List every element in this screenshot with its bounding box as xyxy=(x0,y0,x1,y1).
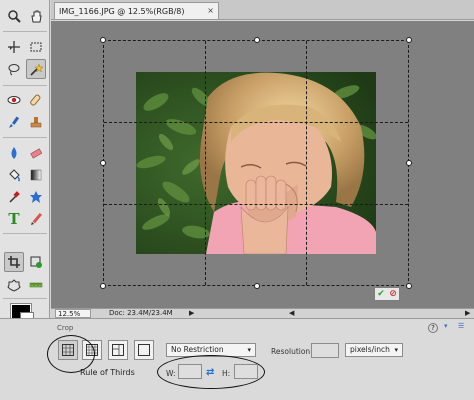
gradient-tool[interactable] xyxy=(26,165,46,185)
lasso-tool[interactable] xyxy=(4,59,24,79)
clone-stamp-tool[interactable] xyxy=(26,112,46,132)
blur-icon xyxy=(11,147,17,159)
golden-ratio-icon xyxy=(112,344,124,356)
crop-commit-controls: ✔ ⊘ xyxy=(374,287,400,301)
overlay-none-button[interactable] xyxy=(134,340,154,360)
eyedropper-tool[interactable] xyxy=(4,187,24,207)
document-tab[interactable]: IMG_1166.JPG @ 12.5%(RGB/8) × xyxy=(54,2,219,19)
spot-healing-icon xyxy=(30,94,41,106)
aspect-ratio-value: No Restriction xyxy=(171,345,224,354)
cookie-cutter-icon xyxy=(7,279,21,292)
chevron-down-icon: ▾ xyxy=(394,346,398,354)
quick-selection-icon xyxy=(30,63,43,76)
crop-tool[interactable] xyxy=(4,252,24,272)
thirds-guide-vertical-1 xyxy=(205,41,207,285)
marquee-tool[interactable] xyxy=(26,37,46,57)
clone-stamp-icon xyxy=(30,117,42,128)
tools-panel: T xyxy=(0,0,50,318)
options-title: Crop xyxy=(57,324,74,332)
width-field[interactable] xyxy=(178,364,202,379)
scroll-left-icon[interactable]: ◀ xyxy=(289,309,294,318)
lasso-icon xyxy=(8,64,20,76)
height-label: H: xyxy=(222,369,231,378)
custom-shape-icon xyxy=(30,191,42,203)
document-canvas[interactable]: ✔ ⊘ xyxy=(51,21,474,308)
hand-tool[interactable] xyxy=(26,6,46,26)
red-eye-icon xyxy=(7,96,21,104)
smart-brush-icon xyxy=(9,116,20,128)
crop-handle-right[interactable] xyxy=(406,160,412,166)
crop-bounding-box[interactable] xyxy=(100,37,412,289)
highlight-circle-overlay xyxy=(47,335,95,373)
straighten-tool[interactable] xyxy=(26,275,46,295)
pencil-icon xyxy=(31,212,43,225)
quick-selection-tool[interactable] xyxy=(26,59,46,79)
pencil-tool[interactable] xyxy=(26,209,46,229)
type-icon: T xyxy=(8,210,20,228)
recompose-tool[interactable] xyxy=(26,252,46,272)
recompose-icon xyxy=(30,256,42,268)
crop-icon xyxy=(8,256,20,268)
panel-options-icon[interactable]: ☰ xyxy=(458,322,464,330)
gradient-icon xyxy=(30,169,42,181)
red-eye-tool[interactable] xyxy=(4,90,24,110)
document-tab-title: IMG_1166.JPG @ 12.5%(RGB/8) xyxy=(59,6,185,16)
crop-handle-bottom-right[interactable] xyxy=(406,283,412,289)
hand-icon xyxy=(31,10,42,23)
crop-handle-left[interactable] xyxy=(100,160,106,166)
resolution-label: Resolution: xyxy=(271,347,313,356)
zoom-tool[interactable] xyxy=(4,6,24,26)
resolution-unit-dropdown[interactable]: pixels/inch ▾ xyxy=(345,343,403,357)
paint-bucket-tool[interactable] xyxy=(4,165,24,185)
crop-handle-bottom-left[interactable] xyxy=(100,283,106,289)
chevron-down-icon: ▾ xyxy=(247,346,251,354)
document-tab-bar: IMG_1166.JPG @ 12.5%(RGB/8) × xyxy=(51,0,474,20)
status-bar: 12.5% Doc: 23.4M/23.4M ▶ ◀ ▶ xyxy=(51,308,474,318)
smart-brush-tool[interactable] xyxy=(4,112,24,132)
straighten-icon xyxy=(29,282,43,288)
eraser-tool[interactable] xyxy=(26,143,46,163)
crop-handle-top[interactable] xyxy=(254,37,260,43)
eyedropper-icon xyxy=(9,191,20,203)
overlay-golden-ratio-button[interactable] xyxy=(108,340,128,360)
move-icon xyxy=(8,41,20,53)
help-icon[interactable]: ? xyxy=(428,323,438,333)
document-size: Doc: 23.4M/23.4M xyxy=(109,309,173,317)
spot-healing-tool[interactable] xyxy=(26,90,46,110)
scroll-right-icon[interactable]: ▶ xyxy=(465,309,470,318)
paint-bucket-icon xyxy=(9,169,20,182)
cookie-cutter-tool[interactable] xyxy=(4,275,24,295)
crop-handle-top-right[interactable] xyxy=(406,37,412,43)
crop-handle-top-left[interactable] xyxy=(100,37,106,43)
custom-shape-tool[interactable] xyxy=(26,187,46,207)
width-label: W: xyxy=(166,369,176,378)
crop-handle-bottom[interactable] xyxy=(254,283,260,289)
move-tool[interactable] xyxy=(4,37,24,57)
tool-options-panel: Crop ? ▾ ☰ Rule of Thirds No Restriction… xyxy=(0,318,474,400)
resolution-unit-value: pixels/inch xyxy=(350,345,390,354)
rectangular-marquee-icon xyxy=(30,42,42,52)
close-icon[interactable]: × xyxy=(207,6,214,15)
swap-dimensions-icon[interactable]: ⇄ xyxy=(206,367,214,378)
resolution-field[interactable] xyxy=(311,343,339,358)
zoom-level-field[interactable]: 12.5% xyxy=(55,309,91,318)
panel-menu-icon[interactable]: ▾ xyxy=(444,322,448,330)
cancel-icon[interactable]: ⊘ xyxy=(389,289,397,299)
thirds-guide-horizontal-1 xyxy=(104,122,408,124)
type-tool[interactable]: T xyxy=(4,209,24,229)
commit-check-icon[interactable]: ✔ xyxy=(377,289,385,299)
no-overlay-icon xyxy=(138,344,150,356)
zoom-icon xyxy=(8,10,21,23)
eraser-icon xyxy=(30,148,43,159)
thirds-guide-vertical-2 xyxy=(306,41,308,285)
status-menu-arrow-icon[interactable]: ▶ xyxy=(189,309,194,318)
height-field[interactable] xyxy=(234,364,258,379)
overlay-label: Rule of Thirds xyxy=(80,368,135,377)
thirds-guide-horizontal-2 xyxy=(104,203,408,205)
blur-tool[interactable] xyxy=(4,143,24,163)
